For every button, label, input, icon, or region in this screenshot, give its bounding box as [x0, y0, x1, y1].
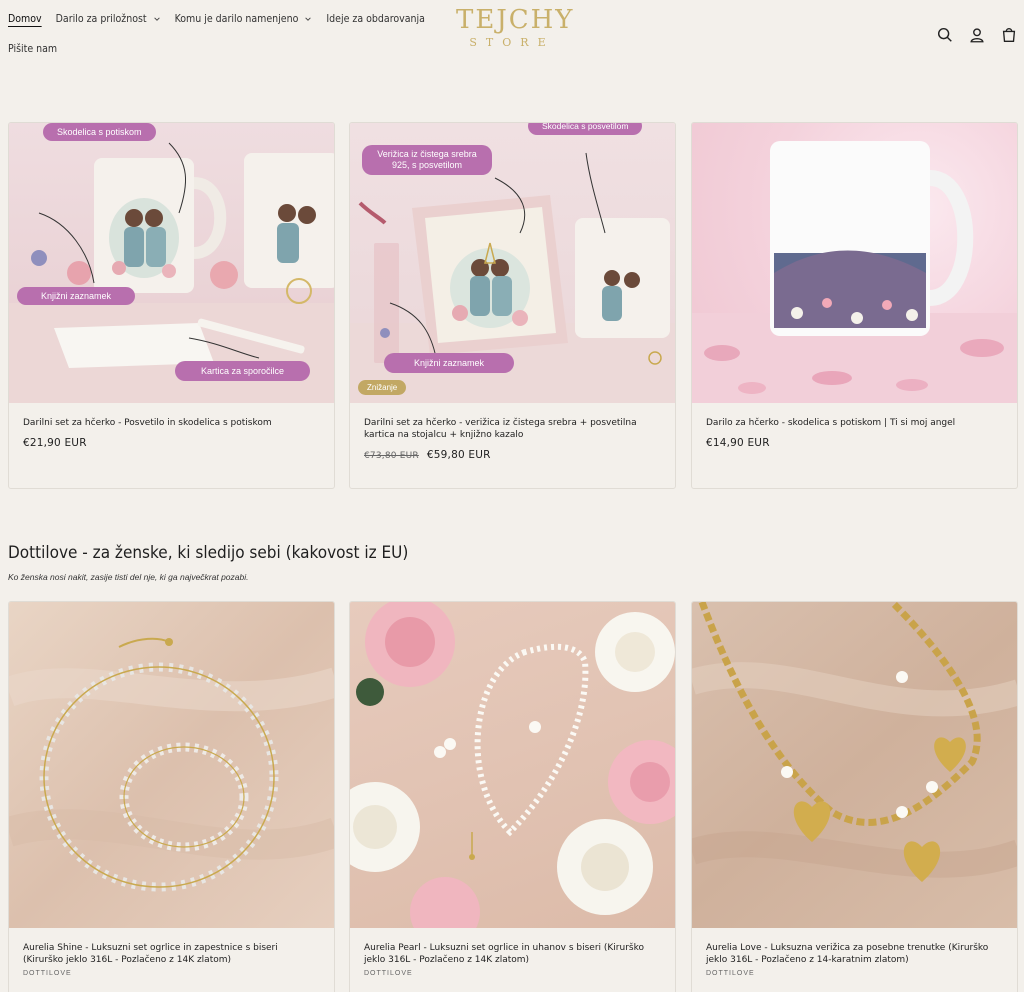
product-card[interactable]: Aurelia Love - Luksuzna verižica za pose… — [691, 601, 1018, 992]
nav-item-label: Ideje za obdarovanja — [326, 13, 425, 25]
nav-item-ideje[interactable]: Ideje za obdarovanja — [326, 13, 425, 25]
chevron-down-icon — [305, 17, 312, 21]
feature-tag: Knjižni zaznamek — [384, 353, 515, 373]
nav-item-label: Darilo za priložnost — [55, 13, 147, 25]
product-info: Darilni set za hčerko - Posvetilo in sko… — [9, 403, 334, 461]
header-icons — [936, 26, 1018, 44]
product-info: Darilni set za hčerko - verižica iz čist… — [350, 403, 675, 473]
sale-badge: Znižanje — [358, 380, 407, 395]
product-title[interactable]: Aurelia Love - Luksuzna verižica za pose… — [706, 942, 1003, 966]
product-image[interactable] — [9, 602, 334, 928]
main-nav: Domov Darilo za priložnost Komu je daril… — [8, 8, 428, 60]
site-header: Domov Darilo za priložnost Komu je daril… — [0, 0, 1024, 110]
nav-item-label: Pišite nam — [8, 43, 58, 55]
product-info: Aurelia Shine - Luksuzni set ogrlice in … — [9, 928, 334, 989]
chevron-down-icon — [153, 17, 160, 21]
nav-item-komu-je-darilo[interactable]: Komu je darilo namenjeno — [175, 13, 313, 25]
product-card[interactable]: Aurelia Pearl - Luksuzni set ogrlice in … — [349, 601, 676, 992]
product-photo — [350, 602, 675, 928]
product-vendor: DOTTILOVE — [364, 970, 413, 977]
product-card[interactable]: Aurelia Shine - Luksuzni set ogrlice in … — [8, 601, 335, 992]
nav-item-pisite-nam[interactable]: Pišite nam — [8, 43, 57, 55]
product-info: Aurelia Love - Luksuzna verižica za pose… — [692, 928, 1017, 989]
product-info: Aurelia Pearl - Luksuzni set ogrlice in … — [350, 928, 675, 989]
product-image[interactable] — [692, 602, 1017, 928]
feature-tag: Kartica za sporočilce — [175, 361, 311, 381]
feature-tag: Skodelica s potiskom — [43, 123, 156, 141]
nav-item-darilo-za-priloznost[interactable]: Darilo za priložnost — [56, 13, 161, 25]
sale-price: €59,80 EUR — [426, 449, 491, 461]
logo-subtitle: STORE — [469, 36, 555, 49]
product-info: Darilo za hčerko - skodelica s potiskom … — [692, 403, 1017, 461]
product-image[interactable] — [350, 602, 675, 928]
product-image[interactable] — [692, 123, 1017, 403]
nav-item-domov[interactable]: Domov — [8, 13, 42, 25]
section-title: Dottilove - za ženske, ki sledijo sebi (… — [8, 543, 409, 563]
feature-tag: Knjižni zaznamek — [17, 287, 136, 305]
product-vendor: DOTTILOVE — [23, 970, 72, 977]
product-title[interactable]: Darilni set za hčerko - verižica iz čist… — [364, 417, 661, 441]
product-title[interactable]: Darilo za hčerko - skodelica s potiskom … — [706, 417, 1003, 429]
feature-tag: Skodelica s posvetilom — [528, 123, 643, 135]
nav-item-label: Komu je darilo namenjeno — [174, 13, 299, 25]
store-logo[interactable]: TEJCHY STORE — [456, 5, 575, 56]
cart-icon[interactable] — [1000, 26, 1018, 44]
product-image[interactable]: Skodelica s posvetilom Verižica iz čiste… — [350, 123, 675, 403]
product-card[interactable]: Darilo za hčerko - skodelica s potiskom … — [691, 122, 1018, 489]
feature-tag: Verižica iz čistega srebra 925, s posvet… — [362, 145, 492, 175]
search-icon[interactable] — [936, 26, 954, 44]
product-card[interactable]: Skodelica s posvetilom Verižica iz čiste… — [349, 122, 676, 489]
product-price: €14,90 EUR — [706, 437, 770, 449]
product-photo — [692, 141, 1017, 403]
product-photo — [692, 602, 1017, 882]
product-photo — [9, 637, 334, 892]
product-price: €73,80 EUR €59,80 EUR — [364, 449, 661, 461]
product-vendor: DOTTILOVE — [706, 970, 755, 977]
product-title[interactable]: Aurelia Pearl - Luksuzni set ogrlice in … — [364, 942, 661, 966]
product-title[interactable]: Aurelia Shine - Luksuzni set ogrlice in … — [23, 942, 320, 966]
product-card[interactable]: Skodelica s potiskom Knjižni zaznamek Ka… — [8, 122, 335, 489]
section-subtitle: Ko ženska nosi nakit, zasije tisti del n… — [8, 572, 249, 582]
old-price: €73,80 EUR — [364, 451, 419, 461]
product-image[interactable]: Skodelica s potiskom Knjižni zaznamek Ka… — [9, 123, 334, 403]
account-icon[interactable] — [968, 26, 986, 44]
product-title[interactable]: Darilni set za hčerko - Posvetilo in sko… — [23, 417, 320, 429]
nav-item-label: Domov — [8, 13, 42, 25]
product-price: €21,90 EUR — [23, 437, 87, 449]
logo-wordmark: TEJCHY — [456, 5, 575, 35]
